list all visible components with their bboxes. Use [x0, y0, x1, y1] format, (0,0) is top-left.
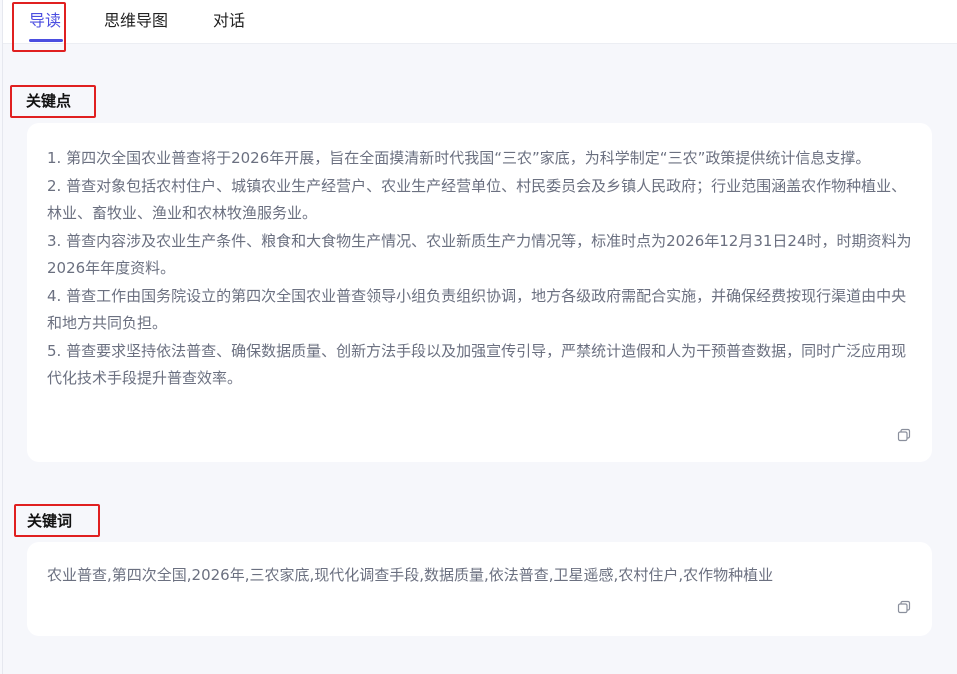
key-point-item: 4. 普查工作由国务院设立的第四次全国农业普查领导小组负责组织协调，地方各级政府…	[47, 286, 907, 333]
keywords-title: 关键词	[27, 512, 73, 530]
tab-chat[interactable]: 对话	[213, 10, 245, 32]
copy-icon[interactable]	[897, 428, 911, 442]
tab-bar: 导读 思维导图 对话	[3, 0, 957, 44]
key-point-item: 2. 普查对象包括农村住户、城镇农业生产经营户、农业生产经营单位、村民委员会及乡…	[47, 176, 907, 223]
keywords-card: 农业普查,第四次全国,2026年,三农家底,现代化调查手段,数据质量,依法普查,…	[27, 542, 932, 636]
key-point-item: 1. 第四次全国农业普查将于2026年开展，旨在全面摸清新时代我国“三农”家底，…	[47, 149, 871, 167]
key-point-item: 5. 普查要求坚持依法普查、确保数据质量、创新方法手段以及加强宣传引导，严禁统计…	[47, 341, 907, 388]
tab-mind-map[interactable]: 思维导图	[104, 10, 168, 32]
key-points-list: 1. 第四次全国农业普查将于2026年开展，旨在全面摸清新时代我国“三农”家底，…	[47, 145, 917, 393]
key-points-card: 1. 第四次全国农业普查将于2026年开展，旨在全面摸清新时代我国“三农”家底，…	[27, 123, 932, 462]
copy-icon[interactable]	[897, 600, 911, 614]
key-point-item: 3. 普查内容涉及农业生产条件、粮食和大食物生产情况、农业新质生产力情况等，标准…	[47, 231, 912, 278]
key-points-title: 关键点	[26, 92, 72, 110]
keywords-text: 农业普查,第四次全国,2026年,三农家底,现代化调查手段,数据质量,依法普查,…	[47, 566, 774, 584]
reading-panel: 导读 思维导图 对话 关键点 1. 第四次全国农业普查将于2026年开展，旨在全…	[2, 0, 957, 674]
tab-highlight-box	[12, 2, 66, 52]
